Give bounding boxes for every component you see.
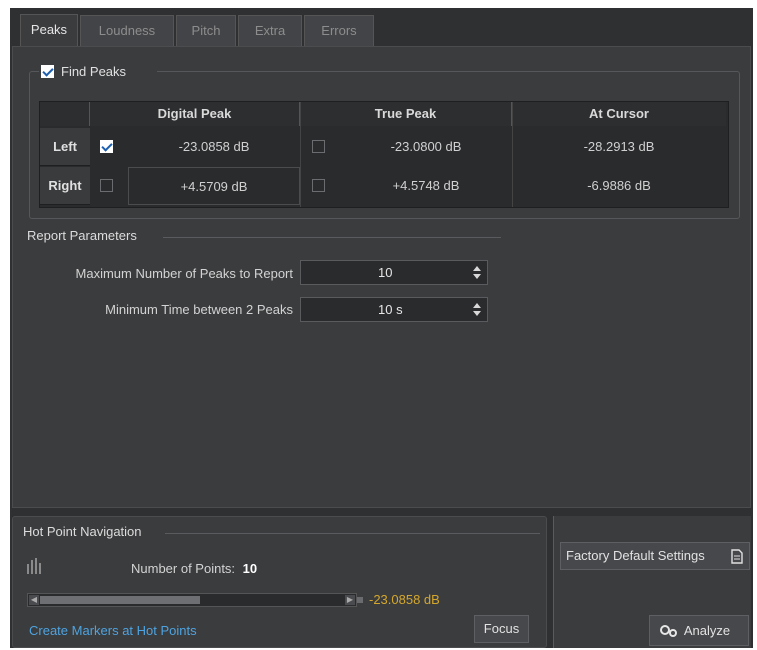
left-digital-peak-checkbox[interactable] [100, 140, 113, 153]
hot-points-icon [27, 558, 41, 574]
right-true-peak-value[interactable]: +4.5748 dB [340, 167, 512, 205]
min-time-label: Minimum Time between 2 Peaks [105, 302, 293, 317]
factory-default-settings-button[interactable]: Factory Default Settings [560, 542, 750, 570]
bottom-area: Hot Point Navigation Number of Points: 1… [12, 510, 751, 648]
peaks-table: Digital Peak True Peak At Cursor Left -2… [39, 101, 729, 208]
number-of-points-label: Number of Points: [131, 561, 236, 576]
analyze-button[interactable]: Analyze [649, 615, 749, 646]
number-of-points-value: 10 [242, 561, 258, 576]
document-icon [731, 549, 743, 564]
left-at-cursor-value[interactable]: -28.2913 dB [512, 128, 726, 166]
spin-arrows-icon[interactable] [473, 263, 481, 281]
report-parameters-divider [163, 237, 501, 238]
tab-errors[interactable]: Errors [304, 15, 374, 46]
scroll-marker [357, 597, 363, 603]
min-time-spinbox[interactable]: 10 s [300, 297, 488, 322]
audio-analysis-window: Peaks Loudness Pitch Extra Errors Find P… [10, 8, 753, 648]
report-parameters-title: Report Parameters [27, 228, 137, 243]
hot-point-readout: -23.0858 dB [369, 592, 440, 607]
hot-point-scrollbar[interactable]: ◀ ▶ [27, 593, 357, 607]
left-true-peak-checkbox[interactable] [312, 140, 325, 153]
scroll-right-icon[interactable]: ▶ [345, 595, 355, 605]
row-header-left: Left [40, 128, 90, 166]
tab-extra[interactable]: Extra [238, 15, 302, 46]
find-peaks-checkbox[interactable] [41, 65, 54, 78]
factory-default-settings-label: Factory Default Settings [566, 548, 705, 563]
max-peaks-value: 10 [378, 265, 393, 280]
left-true-peak-value[interactable]: -23.0800 dB [340, 128, 512, 166]
find-peaks-label: Find Peaks [61, 64, 127, 79]
gears-icon [660, 625, 677, 637]
tab-bar: Peaks Loudness Pitch Extra Errors [10, 8, 753, 47]
scroll-thumb[interactable] [40, 596, 200, 604]
right-at-cursor-value[interactable]: -6.9886 dB [512, 167, 726, 205]
find-peaks-toggle[interactable]: Find Peaks [39, 63, 157, 81]
tab-pitch[interactable]: Pitch [176, 15, 236, 46]
hot-point-title: Hot Point Navigation [23, 524, 142, 539]
right-digital-peak-checkbox[interactable] [100, 179, 113, 192]
row-header-right: Right [40, 167, 90, 205]
hot-point-divider [165, 533, 540, 534]
max-peaks-label: Maximum Number of Peaks to Report [75, 266, 293, 281]
max-peaks-spinbox[interactable]: 10 [300, 260, 488, 285]
left-digital-peak-value[interactable]: -23.0858 dB [128, 128, 300, 166]
right-digital-peak-value[interactable]: +4.5709 dB [128, 167, 300, 205]
column-header-true-peak: True Peak [300, 102, 512, 126]
hot-point-navigation-panel: Hot Point Navigation Number of Points: 1… [12, 516, 547, 648]
column-header-at-cursor: At Cursor [512, 102, 726, 126]
column-header-digital-peak: Digital Peak [90, 102, 300, 126]
column-divider [300, 102, 301, 207]
tab-peaks[interactable]: Peaks [20, 14, 78, 47]
spin-arrows-icon[interactable] [473, 300, 481, 318]
min-time-value: 10 s [378, 302, 403, 317]
focus-button[interactable]: Focus [474, 615, 529, 643]
actions-panel: Factory Default Settings Analyze [553, 516, 751, 648]
peaks-panel: Find Peaks Digital Peak True Peak At Cur… [12, 46, 751, 508]
number-of-points: Number of Points: 10 [131, 561, 257, 576]
scroll-left-icon[interactable]: ◀ [29, 595, 39, 605]
create-markers-link[interactable]: Create Markers at Hot Points [29, 623, 197, 638]
analyze-label: Analyze [683, 623, 731, 638]
table-corner [40, 102, 90, 126]
tab-loudness[interactable]: Loudness [80, 15, 174, 46]
right-true-peak-checkbox[interactable] [312, 179, 325, 192]
